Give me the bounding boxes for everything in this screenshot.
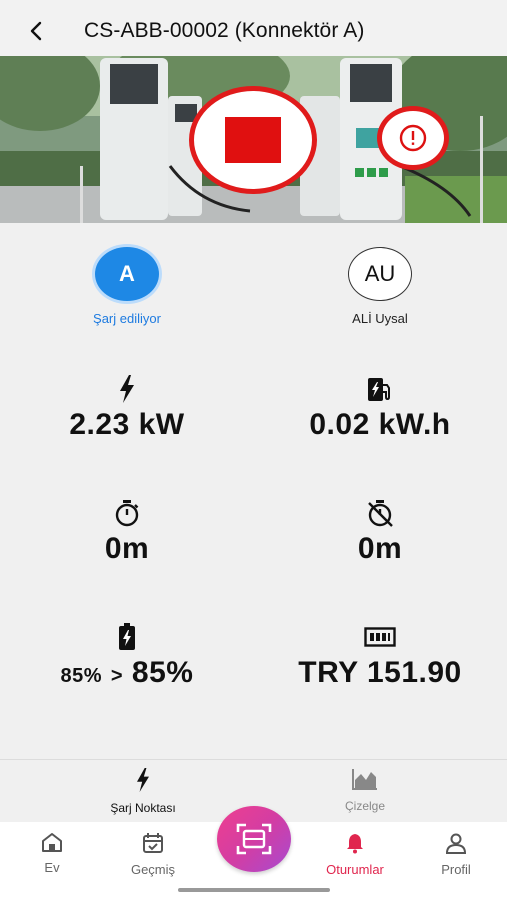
tab-charge-point[interactable]: Şarj Noktası [63, 768, 223, 815]
timer-icon [115, 500, 139, 527]
timer-off-icon [368, 500, 393, 527]
power-value: 2.23 kW [69, 408, 185, 441]
lightning-icon [120, 375, 134, 403]
soc-arrow: > [110, 665, 124, 687]
energy-stat: 0.02 kW.h [270, 374, 490, 442]
battery-stat: 85% > 85% [17, 622, 237, 690]
scan-icon [236, 823, 272, 855]
calendar-check-icon [143, 833, 163, 853]
app-header: CS-ABB-00002 (Konnektör A) [0, 0, 507, 62]
idle-duration-stat: 0m [270, 498, 490, 566]
tab-chart[interactable]: Çizelge [285, 768, 445, 813]
meter-icon [364, 627, 396, 647]
duration-stat: 0m [17, 498, 237, 566]
alert-button[interactable] [377, 106, 449, 170]
connector-badge: A [95, 247, 159, 301]
back-button[interactable] [22, 16, 52, 46]
charger-hero-image [0, 56, 507, 223]
lightning-icon [137, 768, 149, 792]
home-indicator [178, 888, 330, 892]
nav-history-label: Geçmiş [130, 862, 176, 877]
back-arrow-icon [30, 21, 42, 41]
cost-stat: TRY 151.90 [270, 622, 490, 690]
nav-home-label: Ev [44, 860, 60, 875]
soc-current: 85% [131, 656, 194, 689]
connector-status: Şarj ediliyor [93, 311, 161, 326]
power-stat: 2.23 kW [17, 374, 237, 442]
nav-profile[interactable]: Profil [416, 832, 496, 877]
user-name: ALİ Uysal [352, 311, 408, 326]
bell-icon [347, 834, 363, 854]
alert-icon [399, 124, 427, 152]
nav-sessions-label: Oturumlar [326, 862, 384, 877]
user-info: AU ALİ Uysal [310, 247, 450, 326]
idle-duration-value: 0m [357, 532, 403, 565]
home-icon [42, 833, 62, 852]
nav-profile-label: Profil [441, 862, 471, 877]
connector-a[interactable]: A Şarj ediliyor [57, 247, 197, 326]
cost-value: TRY 151.90 [298, 656, 462, 689]
battery-charging-icon [119, 623, 135, 650]
page-title: CS-ABB-00002 (Konnektör A) [84, 19, 365, 42]
tab-charge-point-label: Şarj Noktası [110, 801, 176, 815]
battery-value: 85% > 85% [17, 656, 237, 690]
stop-icon [225, 117, 281, 163]
stop-charging-button[interactable] [189, 86, 317, 194]
soc-start: 85% [60, 665, 103, 687]
area-chart-icon [352, 769, 377, 790]
tab-chart-label: Çizelge [344, 799, 386, 813]
nav-sessions[interactable]: Oturumlar [315, 832, 395, 877]
energy-value: 0.02 kW.h [309, 408, 451, 441]
ev-station-icon [368, 378, 390, 401]
duration-value: 0m [104, 532, 150, 565]
nav-history[interactable]: Geçmiş [113, 832, 193, 877]
divider [0, 759, 507, 760]
nav-home[interactable]: Ev [12, 832, 92, 875]
user-icon [445, 833, 467, 854]
avatar: AU [348, 247, 412, 301]
scan-qr-button[interactable] [217, 806, 291, 872]
